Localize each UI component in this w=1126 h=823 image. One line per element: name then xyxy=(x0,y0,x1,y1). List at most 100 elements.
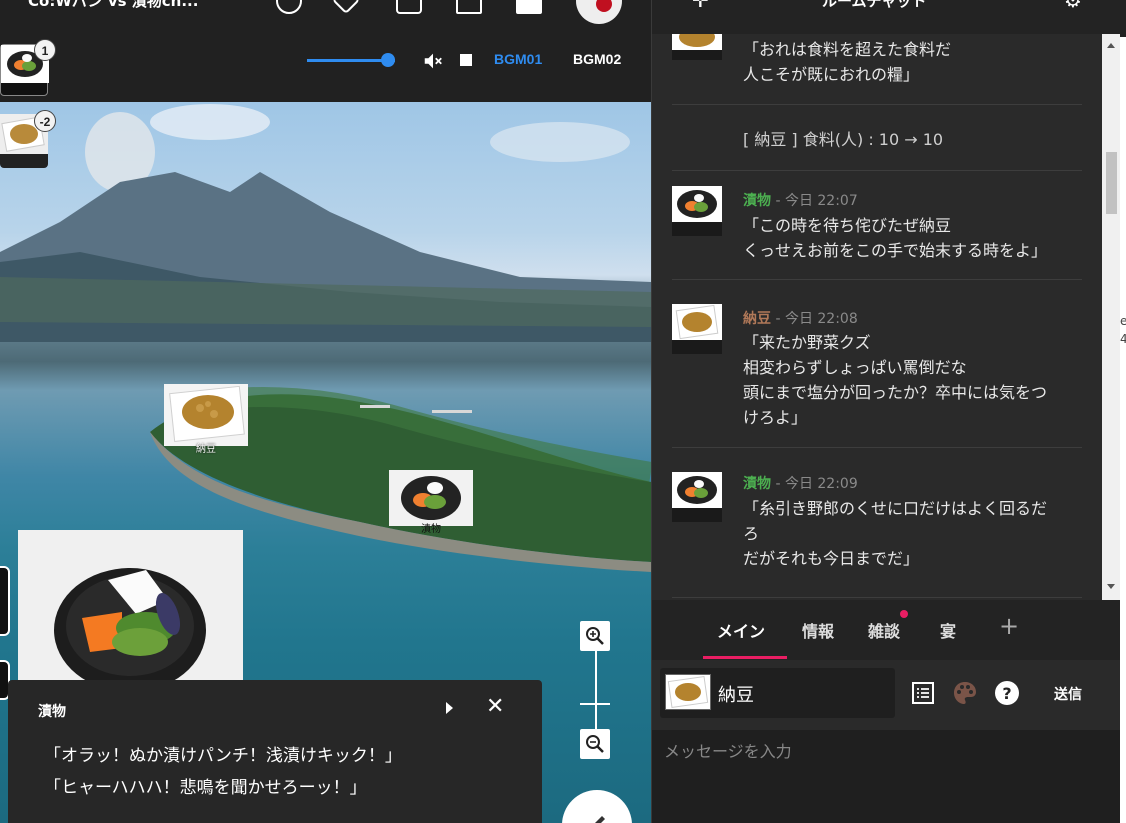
side-handle[interactable] xyxy=(0,566,10,636)
chat-tabs: メイン 情報 雑談 宴 + xyxy=(652,600,1121,660)
message-line: 「この時を待ち侘びたぜ納豆 xyxy=(743,216,952,235)
speaker-name: 漬物 xyxy=(743,476,771,492)
edge-text: e xyxy=(1120,314,1126,328)
message-line: 相変わらずしょっぱい罵倒だな xyxy=(743,358,967,377)
volume-slider-knob[interactable] xyxy=(380,53,395,67)
message-time: - 今日 22:07 xyxy=(771,193,858,209)
sender-name: 納豆 xyxy=(718,685,754,706)
scroll-down-icon[interactable] xyxy=(1107,584,1115,589)
message-header: 漬物 - 今日 22:07 xyxy=(743,190,858,210)
chat-message: 納豆 - 今日 22:08 「来たか野菜クズ 相変わらずしょっぱい罵倒だな 頭に… xyxy=(672,280,1082,448)
chat-message: 「おれは食料を超えた食料だ 人こそが既におれの糧」 xyxy=(672,34,1082,105)
zoom-out-button[interactable] xyxy=(580,729,610,759)
bgm-button-2[interactable]: BGM02 xyxy=(573,51,621,67)
chat-log[interactable]: 「おれは食料を超えた食料だ 人こそが既におれの糧」 [ 納豆 ] 食料(人) :… xyxy=(652,34,1102,600)
avatar xyxy=(672,472,722,522)
tab-chat[interactable]: 雑談 xyxy=(868,618,900,642)
sender-avatar xyxy=(665,674,711,710)
list-icon[interactable] xyxy=(910,680,936,706)
chat-panel-header: ✛ ルームチャット ⚙ xyxy=(652,0,1121,34)
zoom-in-button[interactable] xyxy=(580,621,610,651)
message-line: だがそれも今日までだ」 xyxy=(743,549,920,568)
chat-input-area: 納豆 ? 送信 xyxy=(652,660,1121,823)
piece-tsukemono[interactable]: 漬物 xyxy=(389,470,473,535)
tab-info[interactable]: 情報 xyxy=(802,618,834,642)
pin-icon[interactable]: ✛ xyxy=(692,0,709,12)
natto-avatar-image xyxy=(679,34,715,47)
message-time: - 今日 22:09 xyxy=(771,476,858,492)
chat-popup: 漬物 ✕ 「オラッ！ぬか漬けパンチ！浅漬けキック！」 「ヒャーハハハ！悲鳴を聞か… xyxy=(8,680,542,823)
message-line: くっせえお前をこの手で始末する時をよ」 xyxy=(743,241,1048,260)
game-board: Co:Wパン vs 漬物ch... BGM01 BGM02 1 -2 納豆 漬物… xyxy=(0,0,651,823)
tab-party[interactable]: 宴 xyxy=(940,618,956,642)
message-header: 納豆 - 今日 22:08 xyxy=(743,308,858,328)
popup-speaker-name: 漬物 xyxy=(38,704,66,720)
play-arrow-icon[interactable] xyxy=(446,702,453,714)
piece-natto[interactable]: 納豆 xyxy=(164,384,248,455)
bgm-button-1[interactable]: BGM01 xyxy=(494,51,542,67)
sender-selector[interactable]: 納豆 xyxy=(660,668,895,718)
chat-panel-title: ルームチャット xyxy=(822,0,927,10)
zoom-in-icon xyxy=(586,627,604,645)
natto-avatar-image xyxy=(675,304,719,340)
palette-icon[interactable] xyxy=(952,680,978,706)
chat-bubble-icon[interactable] xyxy=(396,0,422,14)
screen-icon[interactable] xyxy=(456,0,482,14)
room-title: Co:Wパン vs 漬物ch... xyxy=(28,0,199,10)
message-line: 人こそが既におれの糧」 xyxy=(743,65,920,84)
help-icon[interactable]: ? xyxy=(994,680,1020,706)
message-body: 「糸引き野郎のくせに口だけはよく回るだ ろ だがそれも今日までだ」 xyxy=(743,496,1047,571)
inventory-item-tsukemono[interactable]: 1 xyxy=(0,39,56,96)
message-input[interactable] xyxy=(652,730,1121,823)
chat-scrollbar[interactable] xyxy=(1102,34,1121,600)
zoom-slider-handle[interactable] xyxy=(580,703,610,705)
tab-main[interactable]: メイン xyxy=(717,618,765,642)
user-avatar[interactable] xyxy=(576,0,622,24)
inventory-item-natto[interactable]: -2 xyxy=(0,110,56,168)
tag-icon[interactable] xyxy=(331,0,361,15)
board-toolbar: Co:Wパン vs 漬物ch... BGM01 BGM02 xyxy=(0,0,651,102)
edge-text: 4( xyxy=(1120,332,1126,346)
speaker-name: 漬物 xyxy=(743,193,771,209)
scrollbar-thumb[interactable] xyxy=(1106,152,1117,214)
message-time: - 今日 22:08 xyxy=(771,311,858,327)
svg-text:?: ? xyxy=(1002,684,1011,703)
piece-label: 納豆 xyxy=(196,444,216,455)
message-line: 「来たか野菜クズ xyxy=(743,333,871,352)
system-message-text: [ 納豆 ] 食料(人) : 10 → 10 xyxy=(743,130,944,149)
note-icon[interactable] xyxy=(516,0,542,14)
gear-icon[interactable]: ⚙ xyxy=(1064,0,1082,12)
tsukemono-avatar-image xyxy=(677,476,717,504)
message-body: 「おれは食料を超えた食料だ 人こそが既におれの糧」 xyxy=(743,37,951,87)
edit-icon xyxy=(595,816,605,823)
count-badge: -2 xyxy=(34,110,56,132)
message-line: ろ xyxy=(743,524,760,543)
background-window-edge: e 4( xyxy=(1120,0,1126,823)
avatar xyxy=(672,186,722,236)
zoom-out-icon xyxy=(586,735,604,753)
popup-line: 「オラッ！ぬか漬けパンチ！浅漬けキック！」 xyxy=(44,746,402,766)
system-message: [ 納豆 ] 食料(人) : 10 → 10 xyxy=(672,105,1082,171)
volume-mute-icon[interactable] xyxy=(422,50,444,72)
close-icon[interactable]: ✕ xyxy=(486,696,504,718)
avatar xyxy=(672,304,722,354)
count-badge: 1 xyxy=(34,39,56,61)
zoom-slider-track[interactable] xyxy=(595,650,597,730)
popup-line: 「ヒャーハハハ！悲鳴を聞かせろーッ！」 xyxy=(44,778,367,798)
tsukemono-image xyxy=(389,470,473,526)
message-body: 「この時を待ち侘びたぜ納豆 くっせえお前をこの手で始末する時をよ」 xyxy=(743,213,1047,263)
chat-panel: ✛ ルームチャット ⚙ 「おれは食料を超えた食料だ 人こそが既におれの糧」 [ … xyxy=(651,0,1121,823)
tsukemono-avatar-image xyxy=(677,190,717,218)
edit-fab-button[interactable] xyxy=(562,790,632,823)
unread-dot xyxy=(900,610,908,618)
add-icon[interactable]: + xyxy=(999,612,1019,640)
piece-label: 漬物 xyxy=(421,524,441,535)
send-button[interactable]: 送信 xyxy=(1054,684,1082,704)
message-header: 漬物 - 今日 22:09 xyxy=(743,473,858,493)
natto-avatar-image xyxy=(667,676,709,708)
chat-message: 漬物 - 今日 22:09 「糸引き野郎のくせに口だけはよく回るだ ろ だがそれ… xyxy=(672,448,1082,598)
scroll-up-icon[interactable] xyxy=(1107,43,1115,48)
speaker-name: 納豆 xyxy=(743,311,771,327)
stop-icon[interactable] xyxy=(460,54,472,66)
timer-icon[interactable] xyxy=(276,0,302,14)
